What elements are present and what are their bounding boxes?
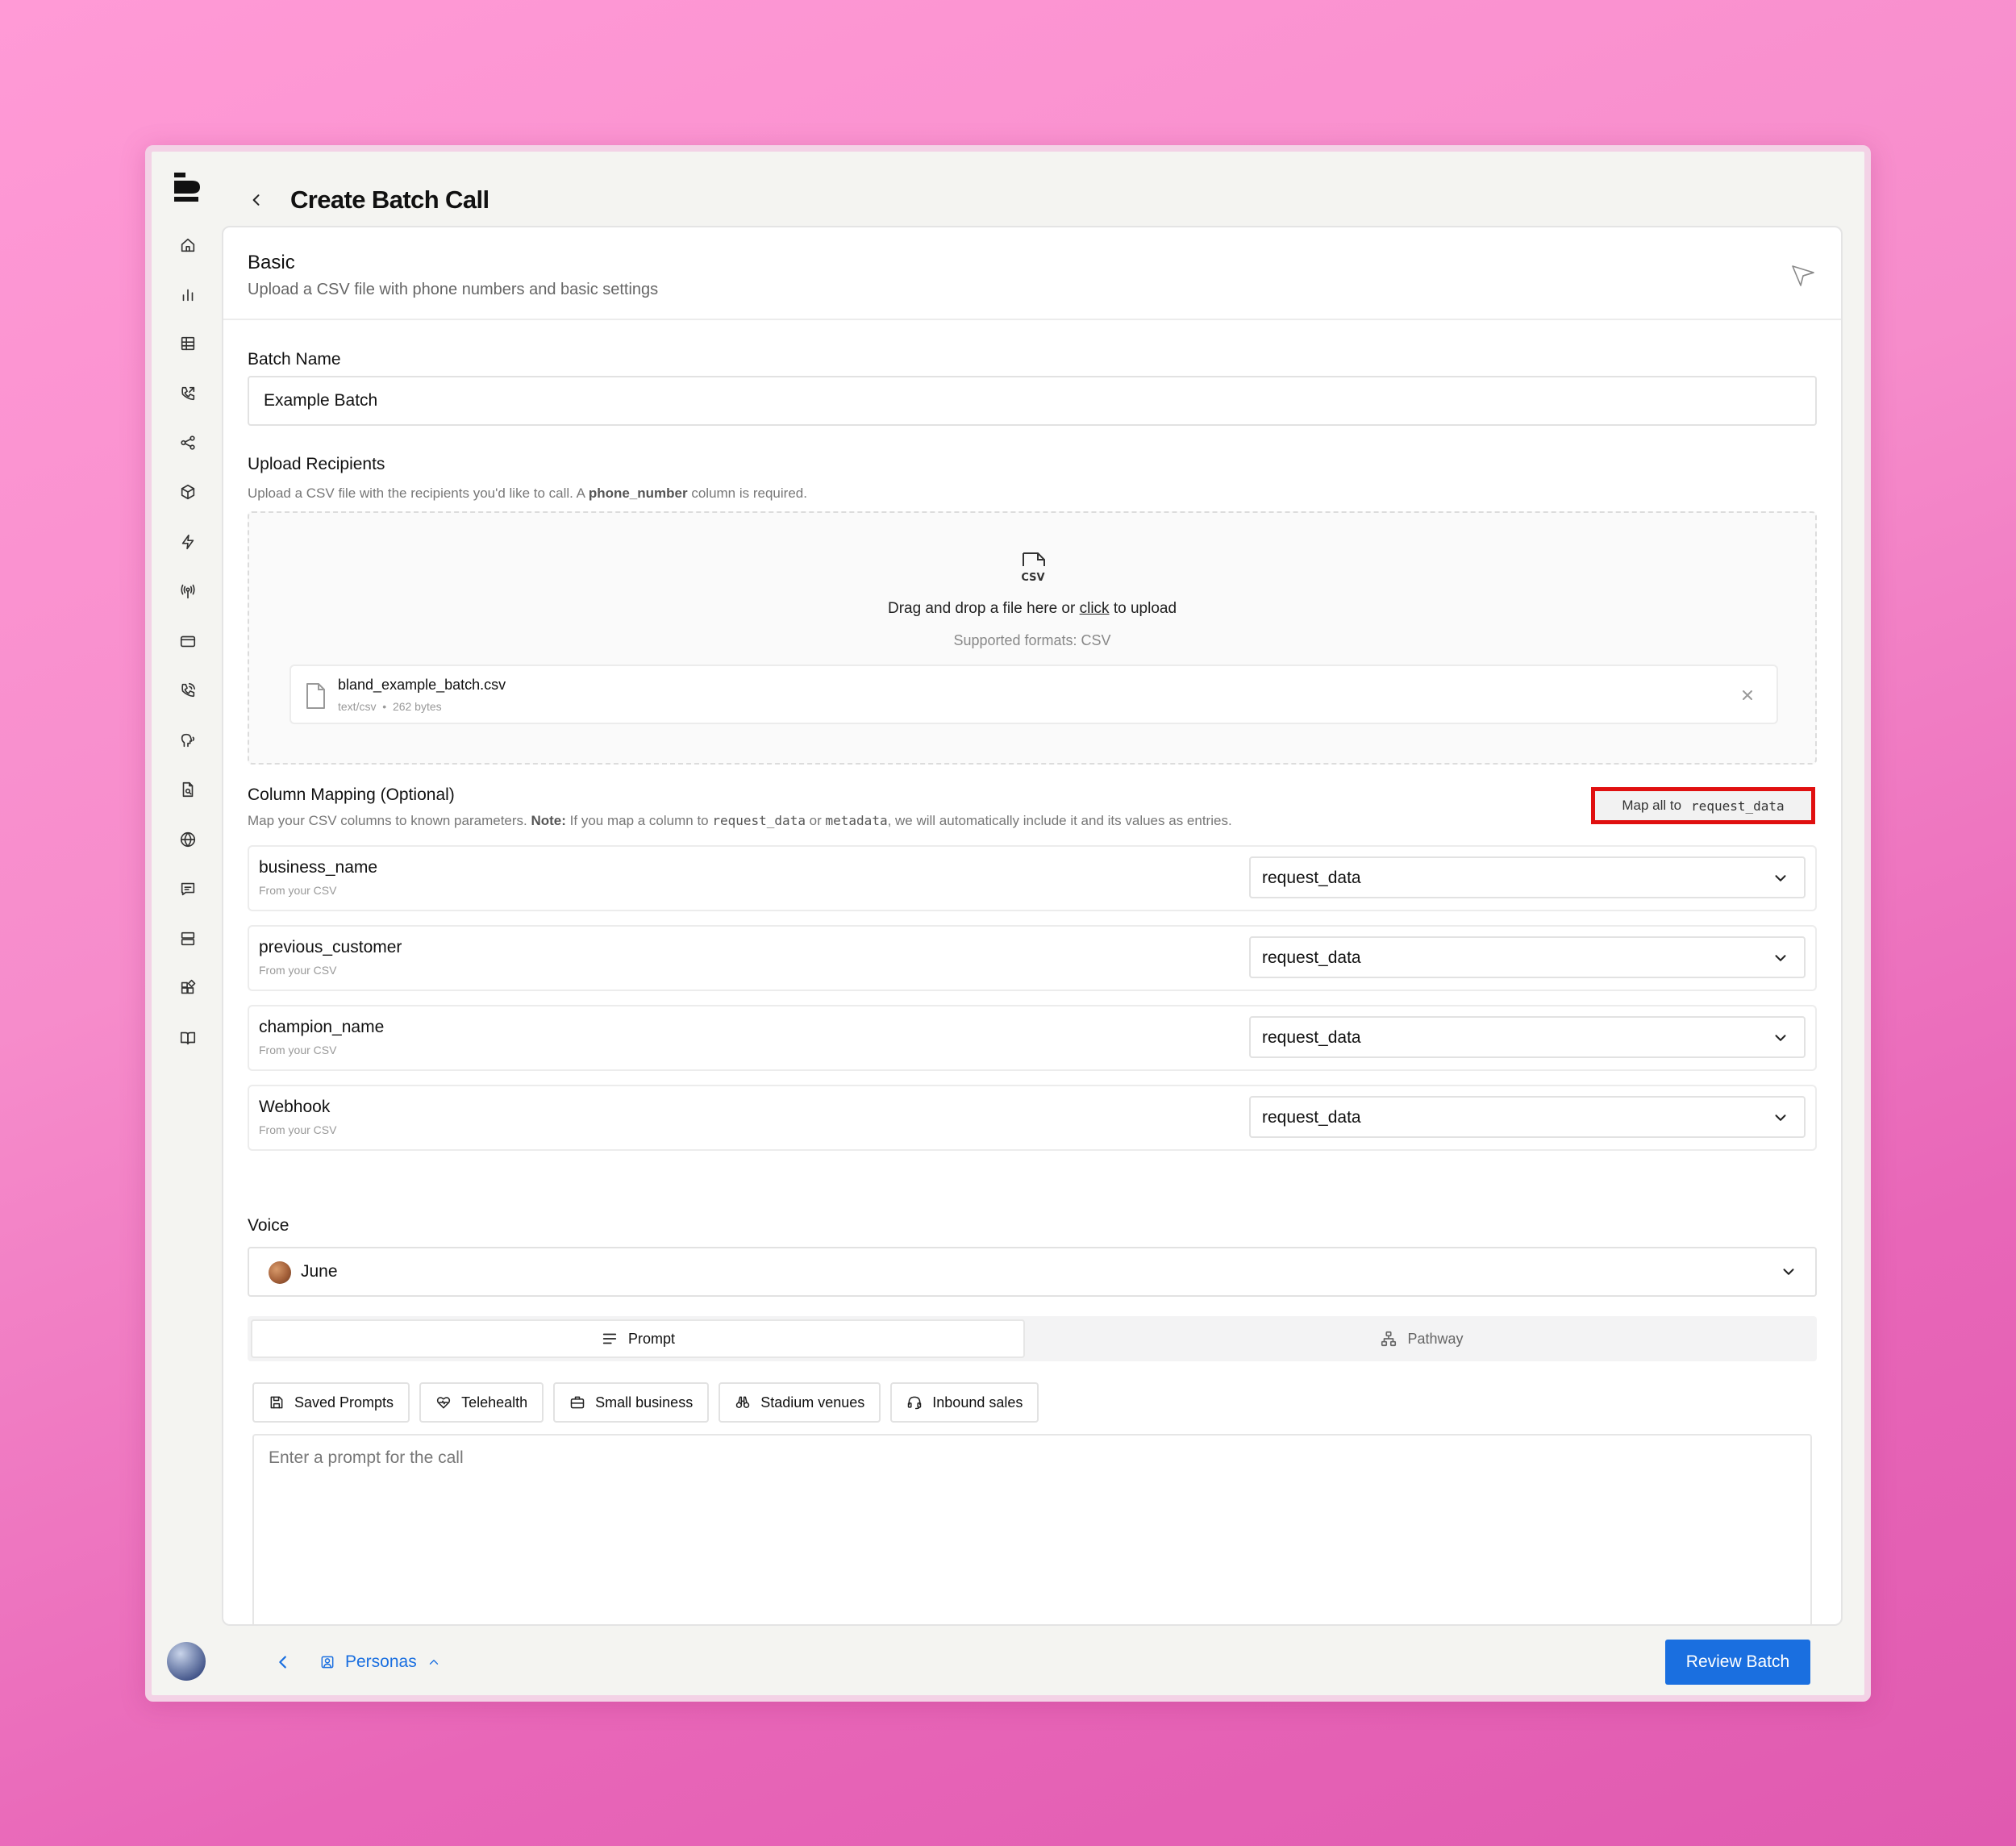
prompt-pathway-tabs: Prompt Pathway <box>248 1316 1817 1361</box>
chevron-down-icon <box>1772 1109 1789 1127</box>
globe-icon[interactable] <box>173 825 202 854</box>
mapping-select[interactable]: request_data <box>1249 1016 1806 1058</box>
prompt-templates: Saved Prompts Telehealth Small business … <box>252 1382 1039 1423</box>
small-business-button[interactable]: Small business <box>553 1382 710 1423</box>
server-icon[interactable] <box>173 924 202 953</box>
integrations-icon[interactable] <box>173 973 202 1002</box>
file-icon <box>304 682 327 710</box>
home-icon[interactable] <box>173 231 202 260</box>
csv-file-icon: CSV <box>1018 552 1048 584</box>
column-mapping-hint: Map your CSV columns to known parameters… <box>248 813 1232 828</box>
chevron-down-icon <box>1772 869 1789 887</box>
csv-badge-text: CSV <box>1021 572 1044 584</box>
stadium-venues-button[interactable]: Stadium venues <box>719 1382 881 1423</box>
basic-section-header: Basic Upload a CSV file with phone numbe… <box>223 227 1841 320</box>
voice-clone-icon[interactable] <box>173 726 202 755</box>
drop-instructions: Drag and drop a file here or click to up… <box>887 600 1177 617</box>
csv-column-name: previous_customer <box>259 938 402 956</box>
remove-file-icon[interactable] <box>1738 685 1757 705</box>
upload-hint: Upload a CSV file with the recipients yo… <box>248 485 807 501</box>
supported-formats: Supported formats: CSV <box>953 632 1111 648</box>
column-source: From your CSV <box>259 964 337 977</box>
click-upload-link[interactable]: click <box>1080 600 1110 617</box>
bolt-icon[interactable] <box>173 527 202 556</box>
text-lines-icon <box>602 1333 617 1344</box>
user-avatar[interactable] <box>167 1642 206 1681</box>
mapping-select[interactable]: request_data <box>1249 856 1806 898</box>
footer-back-button[interactable] <box>269 1648 298 1677</box>
uploaded-file: bland_example_batch.csv text/csv • 262 b… <box>289 665 1778 724</box>
column-source: From your CSV <box>259 884 337 897</box>
csv-column-name: champion_name <box>259 1018 385 1036</box>
chevron-left-icon <box>252 194 260 206</box>
persona-icon <box>321 1656 334 1669</box>
app-logo[interactable] <box>174 173 202 202</box>
section-title: Basic <box>248 252 295 273</box>
voice-label: Voice <box>248 1216 289 1235</box>
saved-prompts-button[interactable]: Saved Prompts <box>252 1382 410 1423</box>
review-batch-button[interactable]: Review Batch <box>1665 1640 1810 1685</box>
mapping-row: previous_customer From your CSV request_… <box>248 925 1817 991</box>
book-icon[interactable] <box>173 1023 202 1052</box>
file-meta: text/csv • 262 bytes <box>338 700 442 713</box>
map-all-button[interactable]: Map all to request_data <box>1591 787 1815 824</box>
batch-name-input[interactable] <box>248 376 1817 426</box>
batch-form-card: Basic Upload a CSV file with phone numbe… <box>222 226 1843 1626</box>
section-subtitle: Upload a CSV file with phone numbers and… <box>248 281 659 298</box>
mapping-row: champion_name From your CSV request_data <box>248 1005 1817 1071</box>
mapping-select[interactable]: request_data <box>1249 936 1806 978</box>
phone-ringing-icon[interactable] <box>173 676 202 705</box>
voice-select[interactable]: June <box>248 1247 1817 1297</box>
tab-pathway[interactable]: Pathway <box>1030 1319 1814 1358</box>
binoculars-icon <box>735 1396 750 1408</box>
file-dropzone[interactable]: CSV Drag and drop a file here or click t… <box>248 511 1817 765</box>
csv-column-name: Webhook <box>259 1098 331 1116</box>
telehealth-button[interactable]: Telehealth <box>419 1382 544 1423</box>
mapping-row: business_name From your CSV request_data <box>248 845 1817 911</box>
upload-label: Upload Recipients <box>248 455 385 473</box>
back-button[interactable] <box>240 184 273 216</box>
briefcase-icon <box>570 1396 585 1409</box>
outbound-call-icon[interactable] <box>173 379 202 408</box>
send-icon[interactable] <box>1789 261 1817 289</box>
chevron-down-icon <box>1772 1029 1789 1047</box>
tab-prompt[interactable]: Prompt <box>251 1319 1025 1358</box>
file-scan-icon[interactable] <box>173 775 202 804</box>
csv-column-name: business_name <box>259 858 378 877</box>
personas-button[interactable]: Personas <box>319 1648 441 1676</box>
batch-name-label: Batch Name <box>248 350 341 369</box>
mapping-select[interactable]: request_data <box>1249 1096 1806 1138</box>
headset-icon <box>908 1396 922 1410</box>
column-mapping-label: Column Mapping (Optional) <box>248 785 455 804</box>
mapping-row: Webhook From your CSV request_data <box>248 1085 1817 1151</box>
table-icon[interactable] <box>173 329 202 358</box>
message-icon[interactable] <box>173 874 202 903</box>
share-icon[interactable] <box>173 428 202 457</box>
chevron-down-icon <box>1780 1263 1797 1281</box>
chevron-down-icon <box>1772 949 1789 967</box>
heart-pulse-icon <box>436 1397 451 1409</box>
save-icon <box>270 1396 283 1409</box>
inbound-sales-button[interactable]: Inbound sales <box>890 1382 1039 1423</box>
workflow-icon <box>1381 1331 1397 1347</box>
page-title: Create Batch Call <box>290 185 489 214</box>
column-source: From your CSV <box>259 1123 337 1136</box>
page-header: Create Batch Call <box>240 176 489 224</box>
broadcast-icon[interactable] <box>173 577 202 606</box>
prompt-input[interactable] <box>252 1434 1812 1624</box>
package-icon[interactable] <box>173 477 202 506</box>
voice-avatar <box>269 1261 291 1284</box>
chevron-up-icon <box>429 1660 438 1665</box>
sidebar <box>152 152 224 1695</box>
file-name: bland_example_batch.csv <box>338 677 506 693</box>
column-source: From your CSV <box>259 1044 337 1056</box>
credit-card-icon[interactable] <box>173 627 202 656</box>
analytics-icon[interactable] <box>173 280 202 309</box>
chevron-left-icon <box>279 1656 286 1669</box>
app-window: Create Batch Call Basic Upload a CSV fil… <box>145 145 1871 1702</box>
